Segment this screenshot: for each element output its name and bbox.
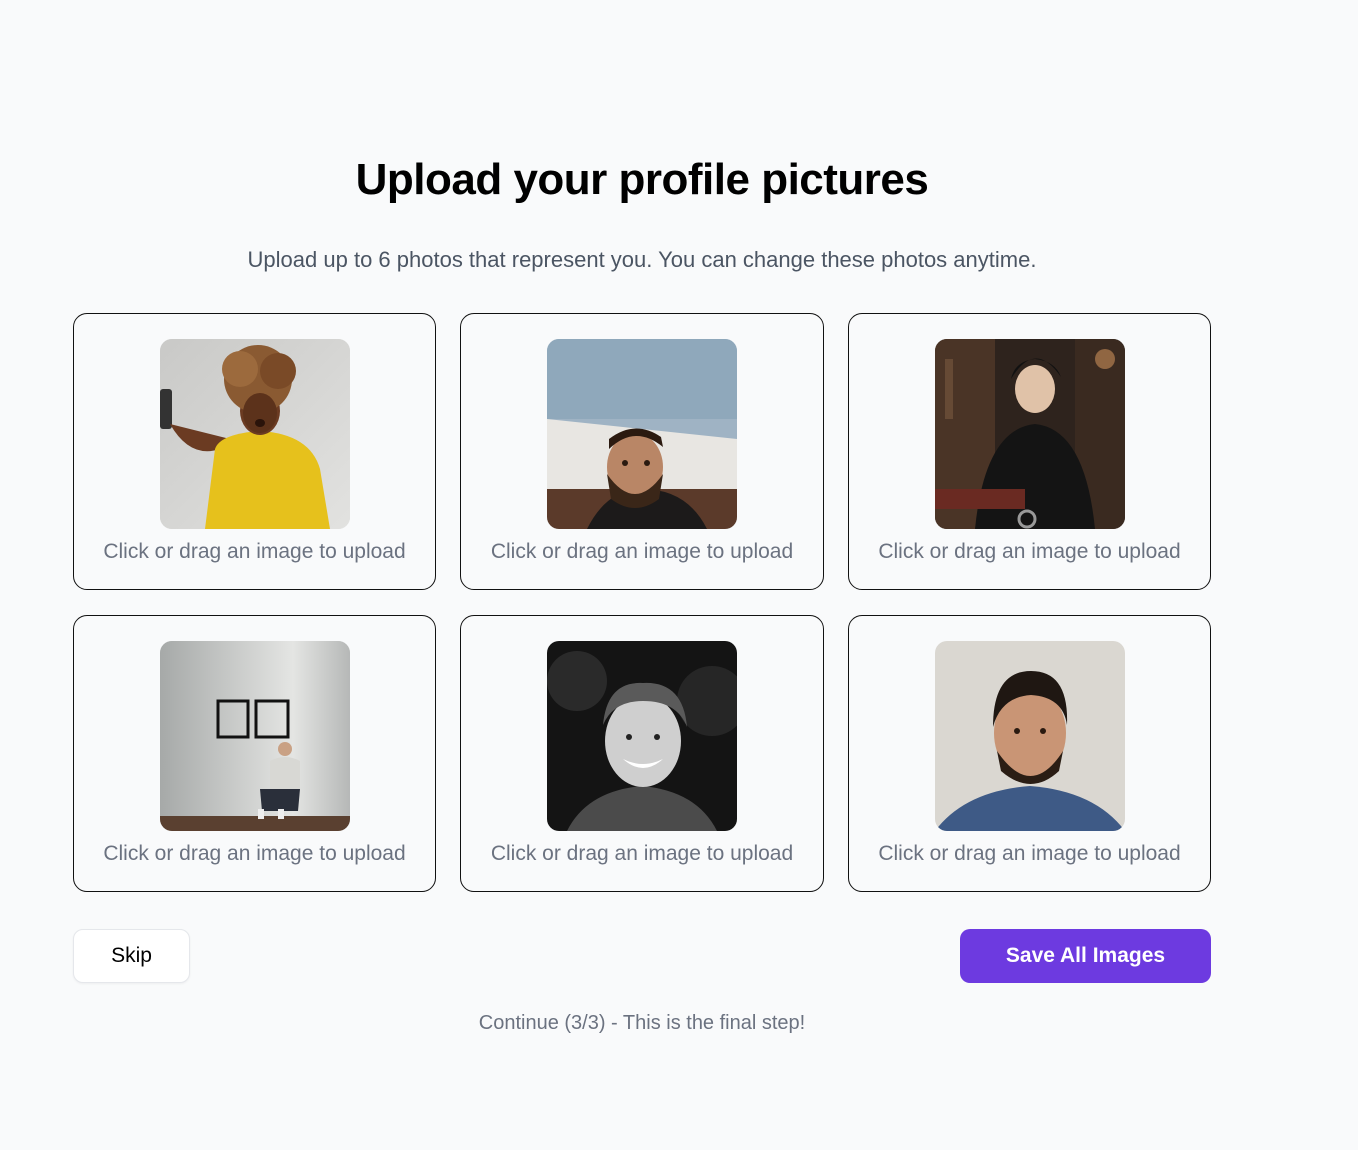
upload-hint: Click or drag an image to upload: [103, 540, 406, 563]
profile-photo-1: [159, 339, 350, 529]
blue-shirt-man-image: [934, 641, 1125, 831]
step-progress-text: Continue (3/3) - This is the final step!: [478, 1012, 806, 1034]
profile-photo-2: [547, 339, 737, 529]
save-all-images-button[interactable]: Save All Images: [960, 929, 1211, 983]
upload-slot-5[interactable]: Click or drag an image to upload: [460, 615, 824, 892]
page-subtitle: Upload up to 6 photos that represent you…: [247, 247, 1037, 272]
photo-grid: Click or drag an image to upload Click o…: [73, 313, 1211, 892]
woman-selfie-image: [159, 339, 350, 529]
profile-photo-3: [934, 339, 1125, 529]
profile-photo-6: [934, 641, 1125, 831]
leather-jacket-man-image: [934, 339, 1125, 529]
profile-photo-5: [547, 641, 737, 831]
skip-button[interactable]: Skip: [73, 929, 190, 983]
sitting-man-image: [159, 641, 350, 831]
upload-hint: Click or drag an image to upload: [103, 842, 406, 865]
upload-slot-2[interactable]: Click or drag an image to upload: [460, 313, 824, 590]
smiling-man-image: [547, 641, 737, 831]
upload-hint: Click or drag an image to upload: [490, 842, 794, 865]
upload-slot-4[interactable]: Click or drag an image to upload: [73, 615, 436, 892]
bearded-man-image: [547, 339, 737, 529]
upload-hint: Click or drag an image to upload: [878, 842, 1181, 865]
upload-hint: Click or drag an image to upload: [878, 540, 1181, 563]
profile-photo-4: [159, 641, 350, 831]
upload-slot-3[interactable]: Click or drag an image to upload: [848, 313, 1211, 590]
page-title: Upload your profile pictures: [355, 155, 929, 204]
upload-slot-6[interactable]: Click or drag an image to upload: [848, 615, 1211, 892]
upload-slot-1[interactable]: Click or drag an image to upload: [73, 313, 436, 590]
upload-hint: Click or drag an image to upload: [490, 540, 794, 563]
